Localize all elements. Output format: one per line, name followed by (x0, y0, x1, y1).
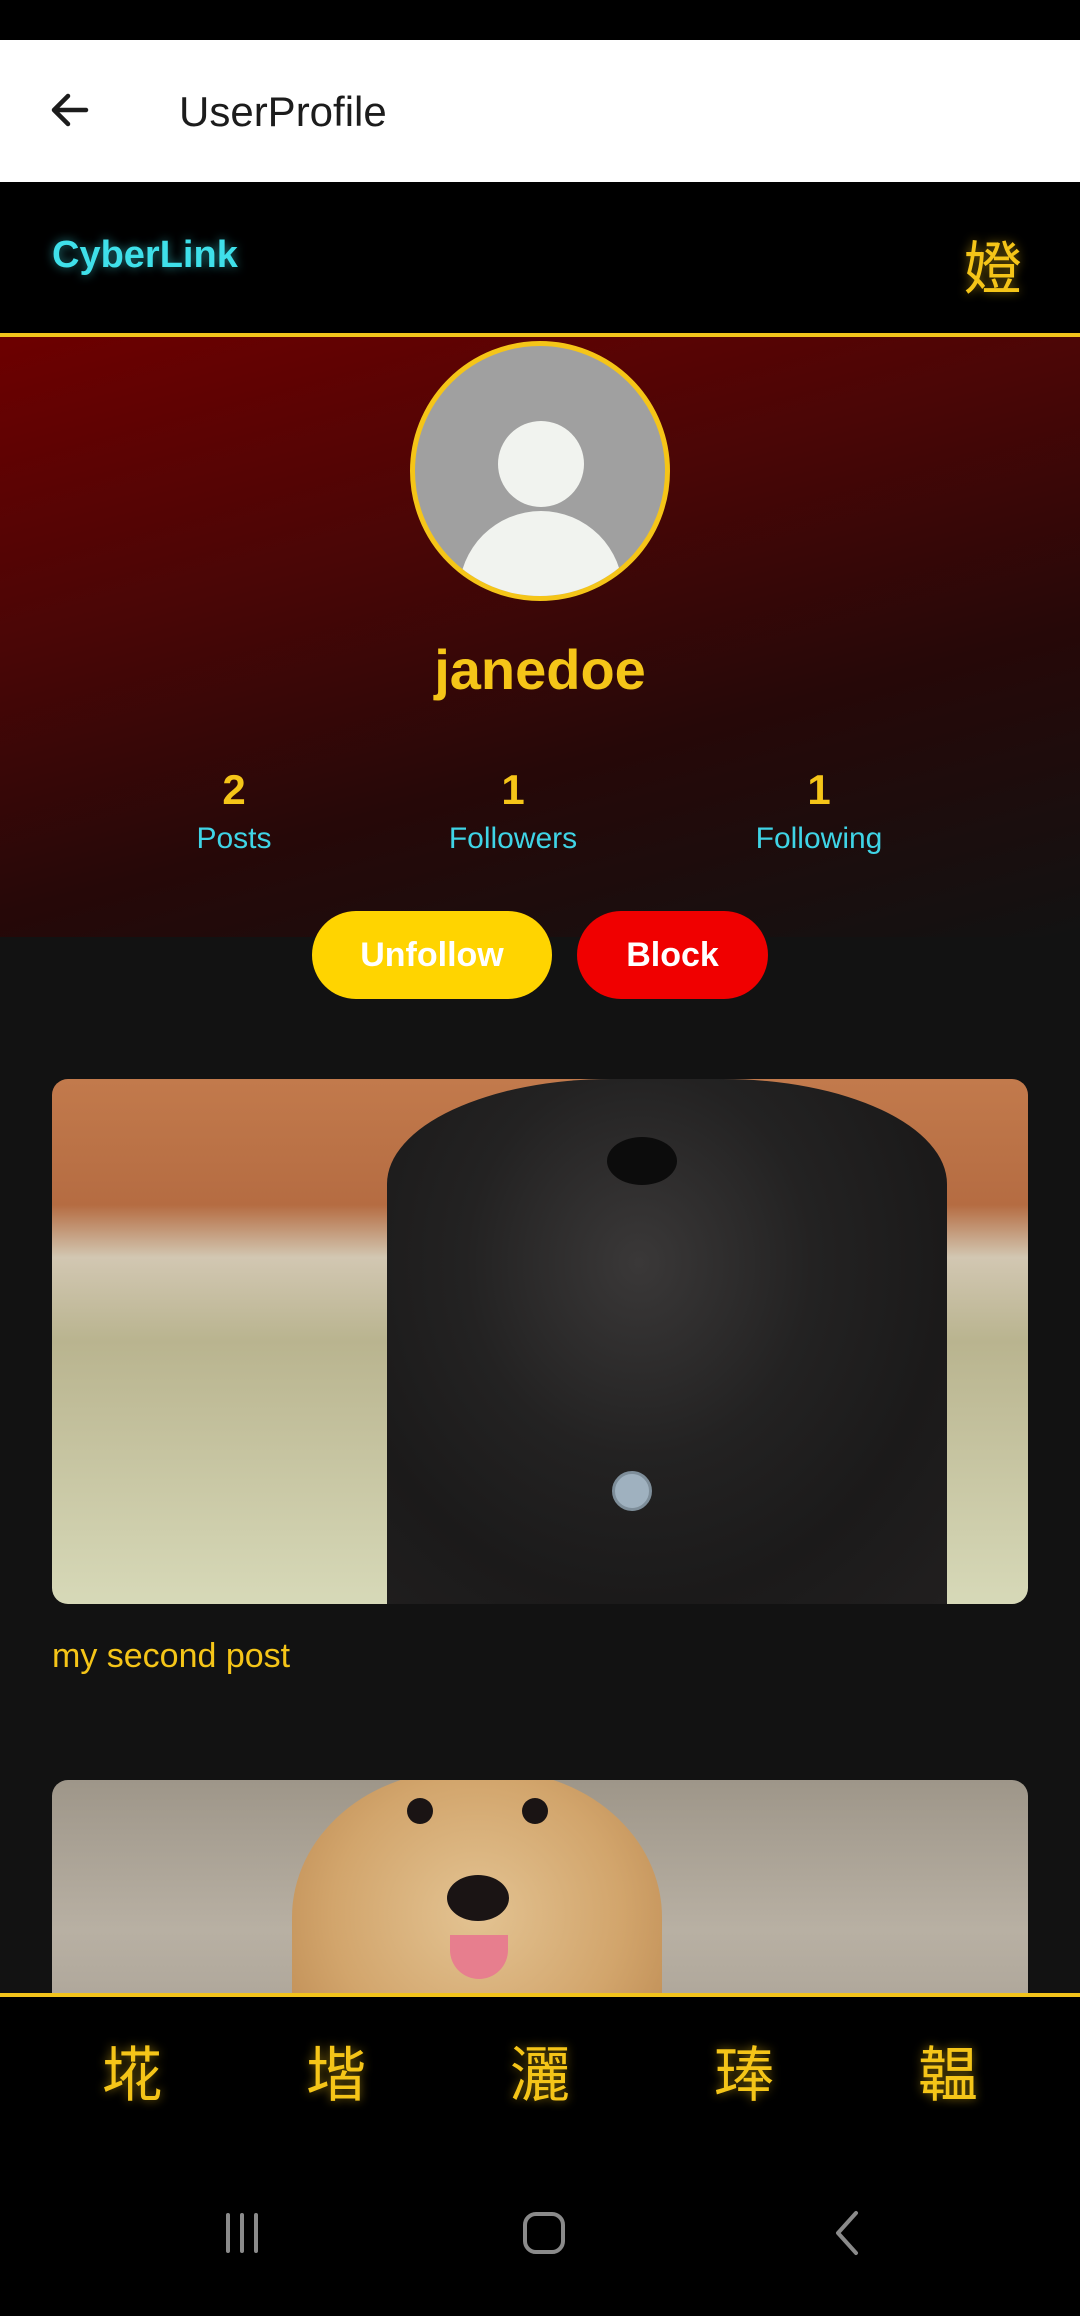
avatar-head-shape (498, 421, 584, 507)
stat-posts-value: 2 (222, 766, 246, 813)
bottom-nav-item-5[interactable]: 韞 (888, 2027, 1008, 2114)
post-caption: my second post (52, 1637, 291, 1675)
post-image[interactable] (52, 1780, 1028, 1993)
avatar (410, 341, 670, 601)
system-nav-bar (0, 2143, 1080, 2316)
page-title: UserProfile (179, 88, 387, 135)
recent-apps-button[interactable] (202, 2203, 282, 2263)
stat-followers[interactable]: 1 Followers (383, 765, 643, 859)
bottom-nav-item-1[interactable]: 埖 (72, 2027, 192, 2114)
top-nav: CyberLink 嬁 (0, 182, 1080, 337)
stat-followers-value: 1 (501, 766, 525, 813)
bottom-nav-item-4[interactable]: 琫 (684, 2027, 804, 2114)
bottom-nav: 埖 堦 灑 琫 韞 (0, 1993, 1080, 2143)
home-icon (523, 2212, 565, 2254)
menu-glyph-icon[interactable]: 嬁 (964, 222, 1022, 306)
username: janedoe (434, 638, 646, 701)
dog-collar-tag (612, 1471, 652, 1511)
back-button[interactable] (30, 80, 110, 140)
post-image[interactable] (52, 1079, 1028, 1604)
recent-apps-icon (226, 2213, 258, 2253)
puppy-eye (522, 1798, 548, 1824)
bottom-nav-item-3[interactable]: 灑 (480, 2027, 600, 2114)
avatar-body-shape (459, 511, 623, 596)
block-button[interactable]: Block (577, 911, 768, 999)
stat-following[interactable]: 1 Following (689, 765, 949, 859)
stat-following-value: 1 (807, 766, 831, 813)
bottom-nav-item-2[interactable]: 堦 (276, 2027, 396, 2114)
back-icon (836, 2211, 858, 2255)
puppy-nose (447, 1875, 509, 1921)
stat-followers-label: Followers (448, 822, 578, 855)
status-bar (0, 0, 1080, 40)
stat-following-label: Following (755, 822, 883, 855)
profile-scroll-area[interactable]: janedoe 2 Posts 1 Followers 1 Following … (0, 337, 1080, 1993)
unfollow-button[interactable]: Unfollow (312, 911, 552, 999)
stat-posts-label: Posts (196, 822, 272, 855)
stat-posts[interactable]: 2 Posts (104, 765, 364, 859)
system-back-button[interactable] (808, 2203, 888, 2263)
home-button[interactable] (504, 2203, 584, 2263)
arrow-left-icon (51, 93, 89, 127)
brand-logo[interactable]: CyberLink (52, 234, 238, 277)
app-bar: UserProfile (0, 40, 1080, 182)
dog-nose (607, 1137, 677, 1185)
puppy-eye (407, 1798, 433, 1824)
